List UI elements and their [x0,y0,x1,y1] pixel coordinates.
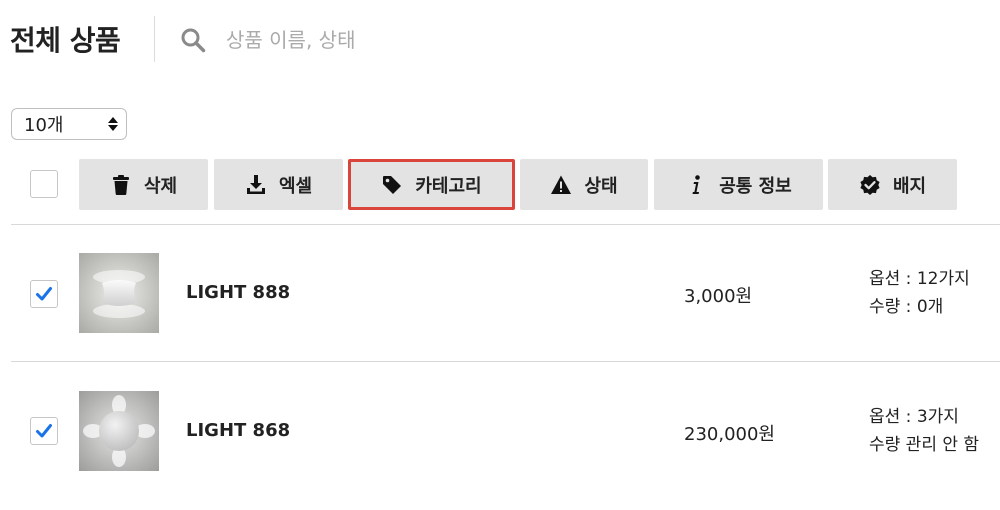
status-button[interactable]: 상태 [520,159,648,210]
download-icon [246,174,265,194]
wall-lamp-image [79,253,159,333]
page-size-value: 10개 [24,115,64,136]
stock-info: 수량 관리 안 함 [869,435,980,455]
product-thumbnail[interactable] [79,391,159,471]
product-name[interactable]: LIGHT 888 [186,282,290,303]
badge-button-label: 배지 [892,175,927,197]
product-list-page: 전체 상품 10개 삭제 엑셀 [0,0,1000,510]
tag-icon [383,175,402,194]
product-options: 옵션 : 12가지 수량 : 0개 [869,265,970,321]
search-icon[interactable] [180,27,206,53]
category-button[interactable]: 카테고리 [348,159,515,210]
header-divider [154,16,155,62]
search-bar [180,22,526,58]
status-button-label: 상태 [584,175,618,197]
common-info-button[interactable]: 공통 정보 [654,159,823,210]
delete-button-label: 삭제 [143,175,178,197]
excel-button-label: 엑셀 [278,175,313,197]
product-price: 3,000원 [684,286,753,307]
page-header: 전체 상품 [10,14,121,64]
select-all-checkbox[interactable] [30,170,58,198]
select-caret-icon [108,117,118,131]
category-button-label: 카테고리 [415,175,482,197]
trash-icon [112,174,129,195]
common-info-button-label: 공통 정보 [719,175,792,197]
row-checkbox[interactable] [30,417,58,445]
badge-check-icon [860,174,880,195]
product-price: 230,000원 [684,424,775,445]
excel-download-button[interactable]: 엑셀 [214,159,343,210]
product-row: LIGHT 888 3,000원 옵션 : 12가지 수량 : 0개 [0,253,1000,333]
product-row: LIGHT 868 230,000원 옵션 : 3가지 수량 관리 안 함 [0,391,1000,471]
checkmark-icon [36,424,52,438]
info-icon [692,174,701,194]
badge-button[interactable]: 배지 [828,159,957,210]
divider [11,361,1000,362]
product-thumbnail[interactable] [79,253,159,333]
wall-lamp-image [79,391,159,471]
product-options: 옵션 : 3가지 수량 관리 안 함 [869,403,979,459]
page-size-select[interactable]: 10개 [11,108,127,140]
option-count: 옵션 : 3가지 [869,407,959,427]
search-input[interactable] [226,28,526,52]
option-count: 옵션 : 12가지 [869,269,970,289]
warning-icon [551,175,572,194]
product-name[interactable]: LIGHT 868 [186,420,290,441]
page-title: 전체 상품 [10,24,121,57]
row-checkbox[interactable] [30,280,58,308]
divider [11,224,1000,225]
stock-info: 수량 : 0개 [869,297,944,317]
delete-button[interactable]: 삭제 [79,159,208,210]
checkmark-icon [36,287,52,301]
